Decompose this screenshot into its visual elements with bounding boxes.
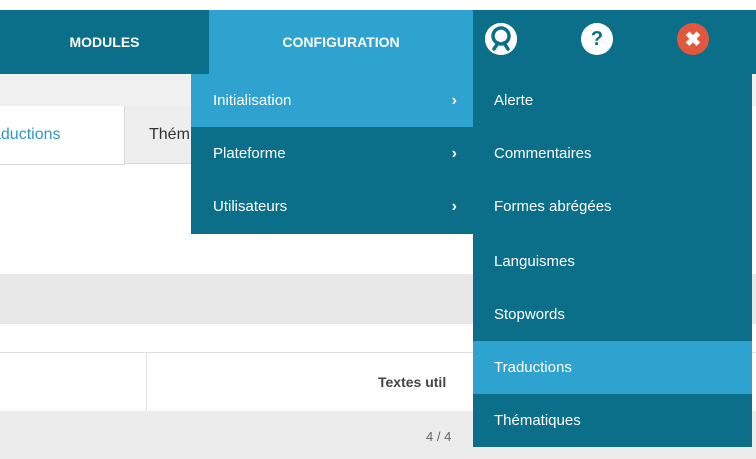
submenu-item-plateforme[interactable]: Plateforme › [191, 127, 473, 180]
nav-modules-label: MODULES [69, 34, 140, 50]
menu-item-label: Languismes [494, 253, 575, 270]
menu-item-label: Alerte [494, 92, 534, 109]
tab-traductions[interactable]: aductions [0, 106, 125, 165]
menu-item-commentaires[interactable]: Commentaires [473, 127, 752, 180]
help-icon[interactable]: ? [581, 23, 613, 55]
menu-item-label: Traductions [494, 359, 572, 376]
menu-item-label: Commentaires [494, 145, 592, 162]
menu-item-traductions[interactable]: Traductions [473, 341, 752, 394]
menu-item-formes-abregees[interactable]: Formes abrégées [473, 180, 752, 233]
tab-thematiques-label: Thém [149, 125, 190, 143]
nav-modules[interactable]: MODULES [0, 10, 209, 74]
submenu-item-utilisateurs[interactable]: Utilisateurs › [191, 180, 473, 233]
menu-item-alerte[interactable]: Alerte [473, 74, 752, 127]
support-icon[interactable] [485, 23, 517, 55]
tab-traductions-label: aductions [0, 126, 61, 143]
column-divider [146, 353, 147, 411]
menu-item-stopwords[interactable]: Stopwords [473, 288, 752, 341]
nav-configuration-label: CONFIGURATION [282, 34, 400, 50]
submenu-item-initialisation[interactable]: Initialisation › [191, 74, 473, 127]
configuration-submenu: Initialisation › Plateforme › Utilisateu… [191, 74, 473, 234]
submenu-item-label: Utilisateurs [213, 198, 288, 215]
menu-item-languismes[interactable]: Languismes [473, 235, 752, 288]
menu-item-label: Stopwords [494, 306, 565, 323]
initialisation-menu: Alerte Commentaires Formes abrégées Lang… [473, 74, 752, 447]
column-header-textes[interactable]: Textes util [378, 374, 446, 390]
tab-thematiques[interactable]: Thém [125, 106, 191, 164]
submenu-item-label: Initialisation [213, 92, 292, 109]
menu-item-thematiques[interactable]: Thématiques [473, 394, 752, 447]
pager-count: 4 / 4 [426, 429, 452, 444]
menu-item-label: Formes abrégées [494, 198, 612, 215]
chevron-right-icon: › [451, 91, 457, 109]
close-icon[interactable]: ✖ [677, 23, 709, 55]
menu-item-label: Thématiques [494, 412, 581, 429]
chevron-right-icon: › [451, 197, 457, 215]
chevron-right-icon: › [451, 144, 457, 162]
nav-configuration[interactable]: CONFIGURATION [209, 10, 473, 74]
submenu-item-label: Plateforme [213, 145, 286, 162]
